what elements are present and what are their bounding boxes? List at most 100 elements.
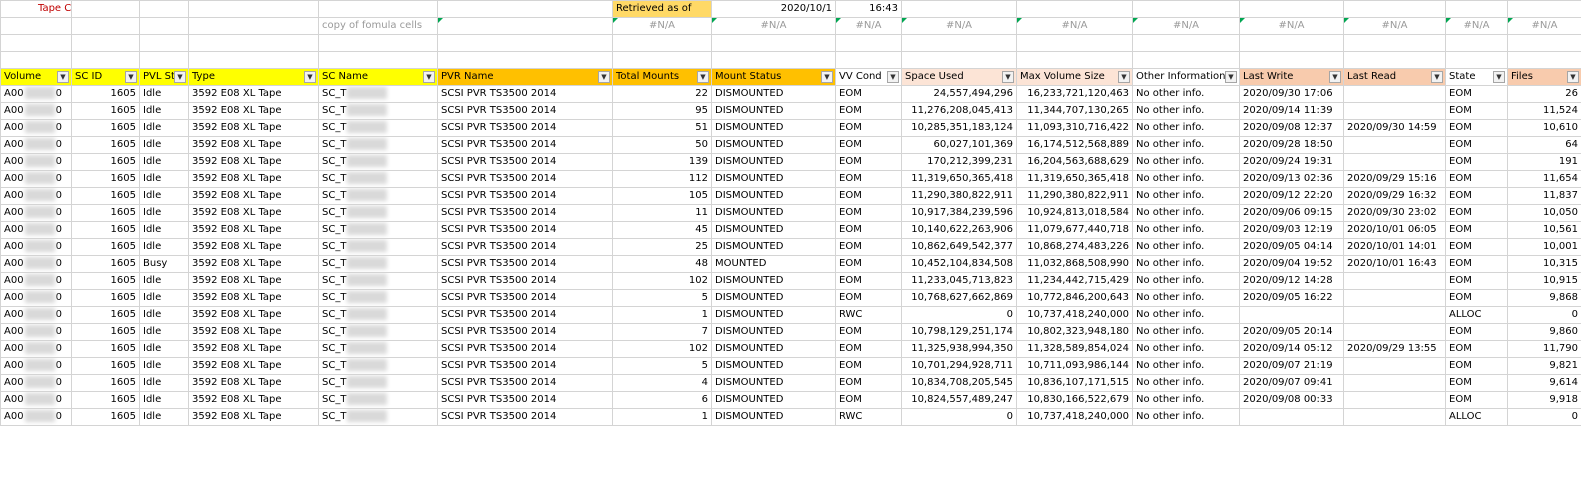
na-cell[interactable]: #N/A [1445,17,1508,35]
cell-type[interactable]: 3592 E08 XL Tape [188,289,319,307]
cell-sc_name[interactable]: SC_T [318,408,438,426]
cell-volume[interactable]: A00 0 [0,340,72,358]
cell[interactable] [188,17,319,35]
cell-pvl[interactable]: Busy [139,255,189,273]
cell-sc_id[interactable]: 1605 [71,221,140,239]
cell-pvr[interactable]: SCSI PVR TS3500 2014 [437,340,613,358]
cell-pvl[interactable]: Idle [139,391,189,409]
cell-files[interactable]: 10,315 [1507,255,1581,273]
cell-volume[interactable]: A00 0 [0,374,72,392]
cell-type[interactable]: 3592 E08 XL Tape [188,323,319,341]
cell-last_write[interactable]: 2020/09/14 11:39 [1239,102,1344,120]
column-header-other[interactable]: Other Information ▼ [1132,68,1240,86]
cell-last_write[interactable]: 2020/09/07 09:41 [1239,374,1344,392]
column-header-pvr[interactable]: PVR Name ▼ [437,68,613,86]
cell-vv[interactable]: EOM [835,102,902,120]
cell[interactable] [1132,51,1240,69]
cell-space[interactable]: 60,027,101,369 [901,136,1017,154]
cell-sc_id[interactable]: 1605 [71,255,140,273]
cell-last_read[interactable]: 2020/10/01 16:43 [1343,255,1446,273]
cell-volume[interactable]: A00 0 [0,289,72,307]
cell-files[interactable]: 9,821 [1507,357,1581,375]
cell-type[interactable]: 3592 E08 XL Tape [188,102,319,120]
cell-pvr[interactable]: SCSI PVR TS3500 2014 [437,323,613,341]
cell-type[interactable]: 3592 E08 XL Tape [188,391,319,409]
cell-other[interactable]: No other info. [1132,153,1240,171]
cell[interactable] [612,34,712,52]
cell[interactable] [1132,0,1240,18]
cell-volume[interactable]: A00 0 [0,119,72,137]
cell[interactable] [437,17,613,35]
cell-other[interactable]: No other info. [1132,102,1240,120]
na-cell[interactable]: #N/A [1343,17,1446,35]
cell-state[interactable]: EOM [1445,357,1508,375]
cell-mount_status[interactable]: DISMOUNTED [711,374,836,392]
cell-sc_id[interactable]: 1605 [71,170,140,188]
cell-max[interactable]: 16,204,563,688,629 [1016,153,1133,171]
cell-other[interactable]: No other info. [1132,136,1240,154]
cell[interactable] [188,34,319,52]
cell[interactable] [1016,0,1133,18]
cell-last_write[interactable]: 2020/09/08 00:33 [1239,391,1344,409]
cell-pvl[interactable]: Idle [139,357,189,375]
cell-last_read[interactable]: 2020/10/01 06:05 [1343,221,1446,239]
cell-sc_id[interactable]: 1605 [71,102,140,120]
cell-last_read[interactable] [1343,153,1446,171]
cell[interactable] [139,51,189,69]
cell-pvl[interactable]: Idle [139,204,189,222]
cell-volume[interactable]: A00 0 [0,85,72,103]
cell-last_write[interactable]: 2020/09/24 19:31 [1239,153,1344,171]
cell-mount_status[interactable]: MOUNTED [711,255,836,273]
cell-last_read[interactable] [1343,357,1446,375]
cell-sc_name[interactable]: SC_T [318,85,438,103]
cell-mounts[interactable]: 139 [612,153,712,171]
cell-vv[interactable]: EOM [835,204,902,222]
column-header-sc_name[interactable]: SC Name ▼ [318,68,438,86]
cell-other[interactable]: No other info. [1132,340,1240,358]
cell-last_write[interactable]: 2020/09/30 17:06 [1239,85,1344,103]
cell-space[interactable]: 11,325,938,994,350 [901,340,1017,358]
dropdown-filter-icon[interactable]: ▼ [1225,71,1237,83]
na-cell[interactable]: #N/A [901,17,1017,35]
cell[interactable] [1507,0,1581,18]
cell-mount_status[interactable]: DISMOUNTED [711,391,836,409]
cell-max[interactable]: 16,174,512,568,889 [1016,136,1133,154]
cell[interactable] [711,51,836,69]
cell-pvl[interactable]: Idle [139,221,189,239]
cell-vv[interactable]: EOM [835,289,902,307]
cell-max[interactable]: 10,830,166,522,679 [1016,391,1133,409]
cell-other[interactable]: No other info. [1132,85,1240,103]
cell-last_write[interactable]: 2020/09/05 16:22 [1239,289,1344,307]
cell-other[interactable]: No other info. [1132,170,1240,188]
cell-sc_name[interactable]: SC_T [318,204,438,222]
cell-max[interactable]: 11,328,589,854,024 [1016,340,1133,358]
cell[interactable] [318,34,438,52]
cell-last_read[interactable] [1343,306,1446,324]
cell-files[interactable]: 11,654 [1507,170,1581,188]
cell-max[interactable]: 11,032,868,508,990 [1016,255,1133,273]
cell-sc_id[interactable]: 1605 [71,136,140,154]
cell-files[interactable]: 9,868 [1507,289,1581,307]
cell-pvr[interactable]: SCSI PVR TS3500 2014 [437,153,613,171]
cell-mount_status[interactable]: DISMOUNTED [711,119,836,137]
column-header-state[interactable]: State ▼ [1445,68,1508,86]
cell-space[interactable]: 10,701,294,928,711 [901,357,1017,375]
cell-mounts[interactable]: 102 [612,272,712,290]
cell[interactable] [1343,51,1446,69]
cell-other[interactable]: No other info. [1132,272,1240,290]
cell-last_write[interactable]: 2020/09/13 02:36 [1239,170,1344,188]
cell-last_read[interactable] [1343,289,1446,307]
cell-mount_status[interactable]: DISMOUNTED [711,238,836,256]
cell-mount_status[interactable]: DISMOUNTED [711,170,836,188]
cell-pvr[interactable]: SCSI PVR TS3500 2014 [437,255,613,273]
cell-state[interactable]: EOM [1445,238,1508,256]
cell-last_write[interactable] [1239,306,1344,324]
cell-pvr[interactable]: SCSI PVR TS3500 2014 [437,136,613,154]
cell-type[interactable]: 3592 E08 XL Tape [188,204,319,222]
cell-last_write[interactable]: 2020/09/05 04:14 [1239,238,1344,256]
cell[interactable] [1239,0,1344,18]
retrieved-time-cell[interactable]: 16:43 [835,0,902,18]
cell-max[interactable]: 11,290,380,822,911 [1016,187,1133,205]
cell-other[interactable]: No other info. [1132,391,1240,409]
cell[interactable] [139,34,189,52]
